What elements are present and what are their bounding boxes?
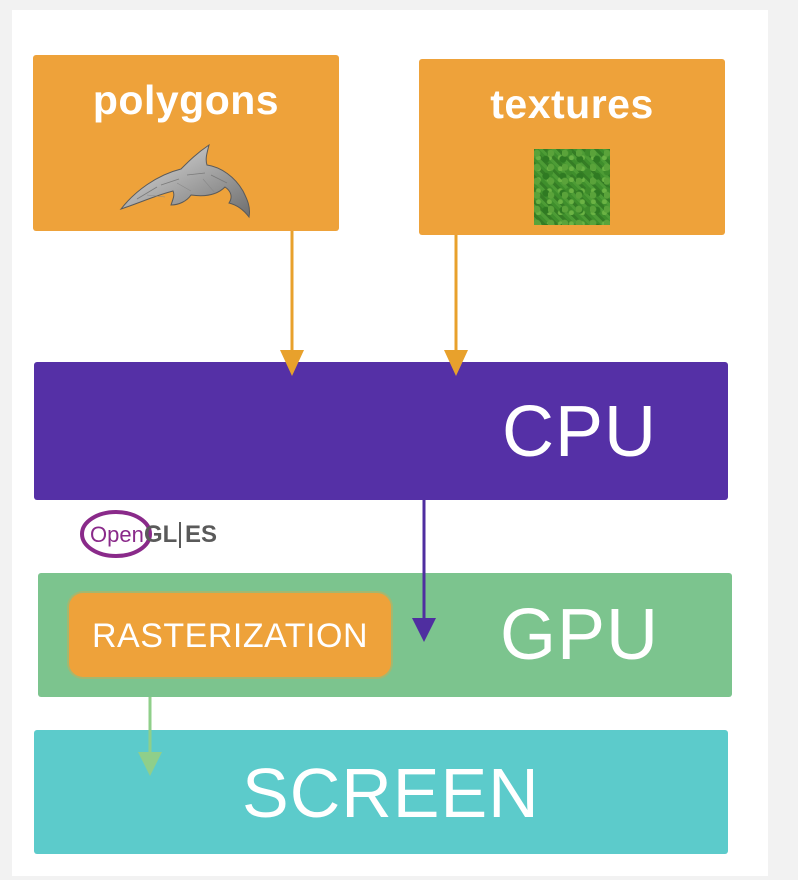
arrow-textures-to-cpu — [444, 235, 468, 376]
cpu-box: CPU — [34, 362, 728, 500]
polygons-box: polygons — [33, 55, 339, 231]
opengl-es-logo: Open GL ES — [80, 510, 217, 558]
opengl-logo-es-text: ES — [185, 521, 217, 548]
screen-label: SCREEN — [242, 754, 540, 832]
polygons-title: polygons — [92, 77, 280, 123]
rasterization-box: RASTERIZATION — [69, 593, 391, 677]
arrow-polygons-to-cpu — [280, 231, 304, 376]
textures-title: textures — [490, 81, 654, 127]
grass-texture-icon — [534, 149, 610, 225]
cpu-label: CPU — [502, 392, 658, 472]
gpu-label: GPU — [500, 595, 660, 675]
screen-box: SCREEN — [34, 730, 728, 854]
rasterization-label: RASTERIZATION — [92, 617, 368, 655]
opengl-logo-gl-text: GL — [144, 521, 177, 548]
dolphin-icon — [119, 143, 250, 219]
opengl-logo-open-text: Open — [90, 522, 144, 547]
textures-box: textures — [419, 59, 725, 235]
diagram-canvas: polygons textures CPU Open GL ES GPU RAS… — [12, 10, 768, 876]
